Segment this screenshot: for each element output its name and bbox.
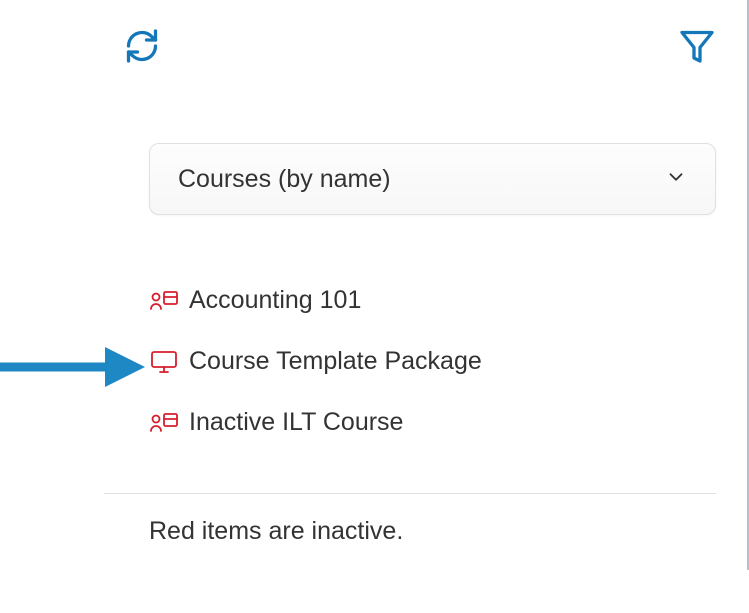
annotation-arrow — [0, 342, 145, 392]
ilt-course-icon — [149, 289, 179, 313]
course-item-1[interactable]: Course Template Package — [149, 331, 716, 392]
course-name-2: Inactive ILT Course — [189, 408, 403, 437]
refresh-icon — [124, 28, 160, 64]
course-list: Accounting 101 Course Template Package I… — [149, 270, 716, 453]
divider — [104, 493, 716, 494]
dropdown-selected-label: Courses (by name) — [178, 165, 665, 194]
online-course-icon — [149, 350, 179, 374]
courses-sort-dropdown[interactable]: Courses (by name) — [149, 143, 716, 215]
ilt-course-icon — [149, 411, 179, 435]
course-item-2[interactable]: Inactive ILT Course — [149, 392, 716, 453]
filter-button[interactable] — [678, 27, 716, 65]
course-item-0[interactable]: Accounting 101 — [149, 270, 716, 331]
refresh-button[interactable] — [123, 27, 161, 65]
course-name-1: Course Template Package — [189, 347, 482, 376]
filter-icon — [679, 28, 715, 64]
hint-text: Red items are inactive. — [149, 517, 403, 546]
course-name-0: Accounting 101 — [189, 286, 361, 315]
chevron-down-icon — [665, 166, 687, 193]
